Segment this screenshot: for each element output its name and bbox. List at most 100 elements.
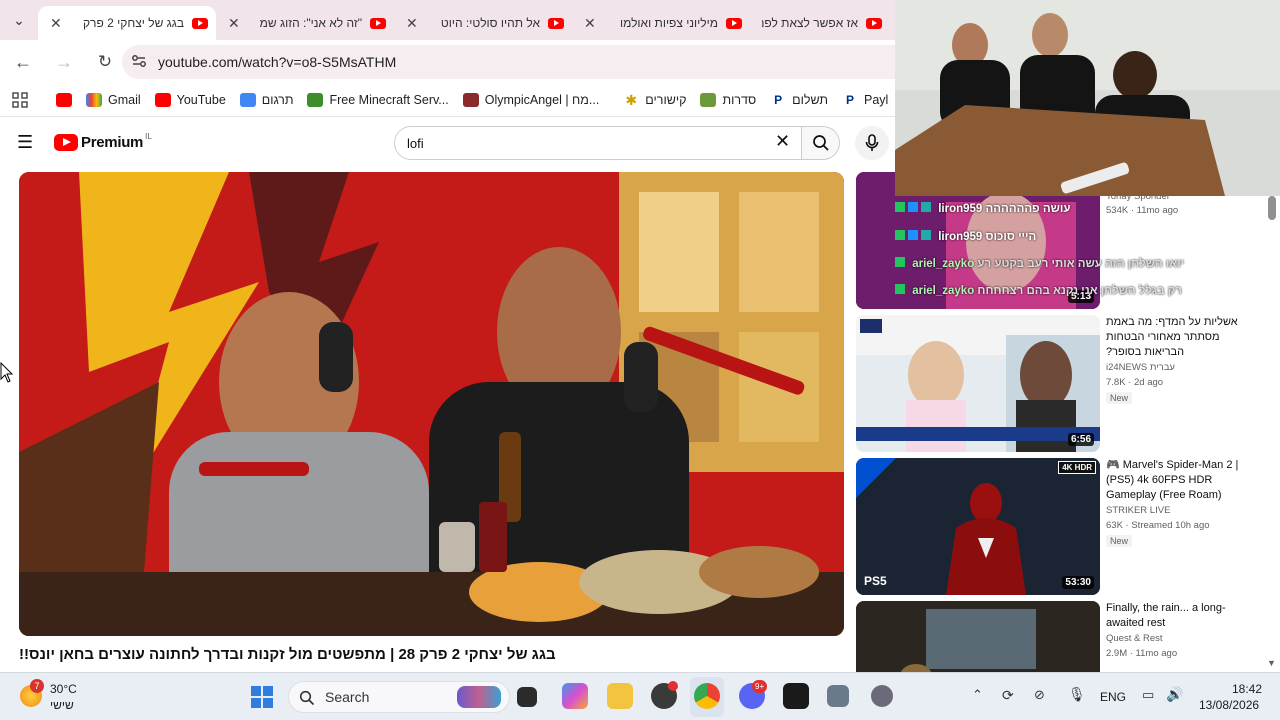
chat-badge-icon [908, 230, 918, 240]
weather-temperature[interactable]: 30°C [50, 682, 77, 696]
divider [0, 116, 895, 117]
voice-search-button[interactable] [855, 126, 889, 160]
chat-badge-icon [908, 202, 918, 212]
arrow-left-icon: ← [14, 51, 32, 72]
network-off-icon[interactable]: ⊘ [1034, 687, 1045, 703]
show-hidden-icons-icon[interactable]: ⌃ [972, 687, 983, 703]
bookmark-paypal[interactable]: P Payl [842, 93, 888, 107]
file-explorer-icon[interactable] [607, 683, 633, 709]
weather-badge: 7 [30, 679, 44, 693]
country-code: IL [145, 132, 152, 141]
channel-name[interactable]: STRIKER LIVE [1106, 504, 1170, 518]
back-button[interactable]: ← [5, 44, 41, 80]
youtube-favicon-icon [866, 17, 882, 29]
star-icon: ✱ [625, 92, 638, 108]
new-badge: New [1106, 535, 1133, 547]
close-tab-icon[interactable]: ✕ [584, 15, 596, 32]
close-tab-icon[interactable]: ✕ [228, 15, 240, 32]
microphone-icon[interactable]: 🎙 [1068, 686, 1086, 703]
video-title-link[interactable]: 🎮 Marvel's Spider-Man 2 | (PS5) 4k 60FPS… [1106, 458, 1256, 503]
bookmark-series[interactable]: סדרות [700, 93, 756, 107]
thumbnail-image [856, 315, 1100, 452]
tab-title: אל תהיו סולטי: היוט [440, 16, 540, 30]
tab-search-button[interactable]: ⌄ [0, 0, 38, 40]
hamburger-menu-icon[interactable]: ☰ [17, 132, 33, 153]
bookmark-minecraft[interactable]: Free Minecraft Serv... [307, 93, 449, 107]
chat-line: liron959 עושה פהההההה [895, 202, 1070, 215]
tab-1[interactable]: "זה לא אני": הזוג שמ ✕ [216, 6, 394, 40]
reload-button[interactable]: ↻ [87, 44, 123, 80]
tab-2[interactable]: אל תהיו סולטי: היוט ✕ [394, 6, 572, 40]
settings-gear-icon[interactable] [871, 685, 893, 707]
chrome-icon[interactable] [694, 683, 720, 709]
clock-date[interactable]: 13/08/2026 [1199, 698, 1259, 712]
tab-3[interactable]: מיליוני צפיות ואולמו ✕ [572, 6, 750, 40]
bookmark-olympicangel[interactable]: OlympicAngel | מח... [462, 93, 599, 107]
video-title-link[interactable]: אשליות על המדף: מה באמת מסתתר מאחורי הבט… [1106, 315, 1256, 360]
sync-icon[interactable]: ⟳ [1002, 687, 1014, 704]
search-input[interactable]: lofi [394, 126, 802, 160]
tab-title: מיליוני צפיות ואולמו [619, 16, 718, 30]
youtube-icon [56, 93, 72, 107]
youtube-header: ☰ Premium IL lofi ✕ [0, 122, 895, 164]
video-thumbnail[interactable]: 4K HDR PS5 53:30 [856, 458, 1100, 595]
bookmark-gmail[interactable]: Gmail [86, 93, 141, 107]
taskbar-search-input[interactable]: Search [288, 681, 510, 713]
chat-badge-icon [921, 202, 931, 212]
scrollbar-thumb[interactable] [1268, 196, 1276, 220]
bookmark-youtube[interactable]: YouTube [154, 93, 226, 107]
thumbnail-image [856, 458, 1100, 595]
bookmark-youtube-shortcut[interactable] [56, 93, 72, 107]
video-player[interactable] [19, 172, 844, 636]
video-thumbnail[interactable] [856, 601, 1100, 672]
bookmark-label: Free Minecraft Serv... [329, 93, 449, 107]
avatar-icon [462, 93, 479, 107]
close-tab-icon[interactable]: ✕ [406, 15, 418, 32]
bookmark-links[interactable]: ✱ קישורים [623, 93, 686, 107]
tab-4[interactable]: אז אפשר לצאת לפנ [750, 6, 890, 40]
minecraft-icon [307, 93, 324, 107]
bookmark-label: Gmail [108, 93, 141, 107]
chat-username: liron959 [938, 231, 983, 243]
search-icon [812, 135, 829, 151]
apps-icon[interactable] [12, 92, 28, 108]
site-info-icon[interactable] [122, 54, 156, 71]
video-title-link[interactable]: Finally, the rain... a long-awaited rest [1106, 601, 1256, 631]
start-button[interactable] [250, 685, 274, 712]
taskbar: 7 30°C שישי Search 9+ ⌃ ⟳ ⊘ 🎙 ENG ▭ 🔊 18… [0, 672, 1280, 720]
scroll-down-icon[interactable]: ▼ [1267, 658, 1276, 668]
chat-overlay: liron959 עושה פהההההה liron959 הייי סוכו… [895, 200, 1195, 310]
clock-time[interactable]: 18:42 [1232, 682, 1262, 696]
language-indicator[interactable]: ENG [1100, 690, 1126, 704]
recommendation-item[interactable]: Finally, the rain... a long-awaited rest… [856, 601, 1266, 672]
youtube-logo[interactable]: Premium IL [54, 132, 152, 151]
channel-name[interactable]: i24NEWS עברית [1106, 361, 1175, 375]
bookmark-payment[interactable]: P תשלום [770, 93, 828, 107]
clear-search-icon[interactable]: ✕ [775, 131, 790, 152]
recommendation-item[interactable]: 6:56 אשליות על המדף: מה באמת מסתתר מאחור… [856, 315, 1266, 452]
mouse-cursor-icon [0, 362, 14, 383]
video-thumbnail[interactable]: 6:56 [856, 315, 1100, 452]
close-tab-icon[interactable]: ✕ [50, 15, 62, 32]
chat-username: ariel_zayko [912, 285, 975, 297]
streaming-app-icon[interactable] [783, 683, 809, 709]
app-icon[interactable] [827, 685, 849, 707]
address-bar[interactable]: youtube.com/watch?v=o8-S5MsATHM [122, 45, 895, 79]
paypal-icon: P [774, 93, 783, 107]
volume-icon[interactable]: 🔊 [1166, 686, 1183, 703]
bookmark-translate[interactable]: תרגום [239, 93, 293, 107]
chat-message: רק בגלל השלחן אני נקנא בהם רצחחחח [977, 285, 1182, 297]
search-highlight-icon [457, 686, 501, 708]
forward-button[interactable]: → [46, 44, 82, 80]
task-view-icon[interactable] [517, 687, 537, 707]
tab-title: בגג של יצחקי 2 פרק [82, 16, 184, 30]
bookmark-label: קישורים [645, 93, 687, 107]
recommendation-item[interactable]: 4K HDR PS5 53:30 🎮 Marvel's Spider-Man 2… [856, 458, 1266, 595]
monitor-icon[interactable]: ▭ [1142, 687, 1154, 703]
channel-name[interactable]: Quest & Rest [1106, 632, 1163, 646]
tab-0[interactable]: בגג של יצחקי 2 פרק ✕ [38, 6, 216, 40]
search-button[interactable] [802, 126, 840, 160]
copilot-icon[interactable] [562, 683, 588, 709]
video-title: בגג של יצחקי 2 פרק 28 | מתפשטים מול זקנו… [19, 646, 556, 663]
logo-text: Premium [81, 134, 144, 151]
